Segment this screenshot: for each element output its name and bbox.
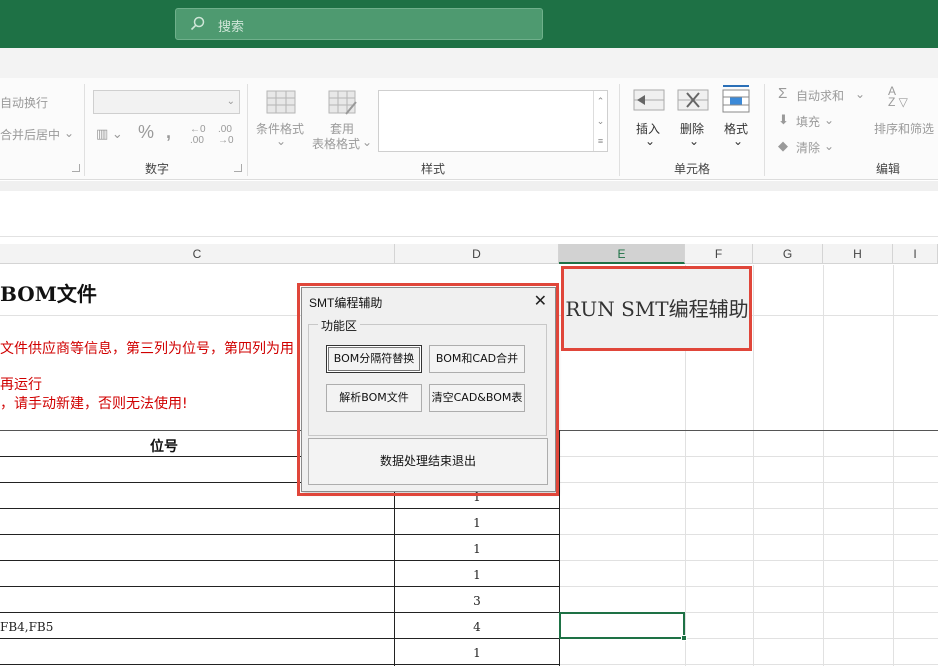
delete-cells-icon[interactable]: [677, 88, 709, 114]
instruction-line-3: ，请手动新建，否则无法使用!: [0, 396, 188, 412]
table-border: [0, 586, 560, 587]
d-cell: 4: [473, 620, 481, 634]
number-group-label: 数字: [145, 162, 170, 176]
instruction-line-1: 文件供应商等信息，第三列为位号，第四列为用: [0, 341, 294, 357]
chevron-down-icon: ⌄: [362, 135, 373, 149]
chevron-down-icon: ⌄: [733, 134, 744, 148]
decrease-decimal-icon[interactable]: .00 →0: [218, 124, 234, 146]
styles-group-label: 样式: [421, 162, 446, 176]
table-border: [0, 664, 560, 665]
column-header-c[interactable]: C: [0, 244, 395, 264]
format-as-table-label-2: 表格格式: [312, 137, 361, 151]
chevron-down-icon: ⌄: [226, 96, 235, 107]
sort-filter-label[interactable]: 排序和筛选: [874, 120, 934, 137]
chevron-down-icon: ⌄: [824, 113, 835, 127]
d-cell: 1: [473, 516, 481, 530]
format-as-table-icon[interactable]: [328, 90, 358, 116]
wrap-text-button[interactable]: 自动换行: [0, 94, 48, 111]
d-cell: 3: [473, 594, 481, 608]
table-border: [0, 534, 560, 535]
sheet-title: BOM文件: [0, 282, 97, 306]
d-cell: 1: [473, 568, 481, 582]
cells-group-label: 单元格: [674, 162, 711, 176]
column-header-d[interactable]: D: [395, 244, 559, 264]
gridline: [559, 482, 938, 483]
chevron-down-icon: ⌄: [824, 139, 835, 153]
gridline: [753, 265, 754, 666]
separator: [247, 84, 248, 176]
gridline: [823, 265, 824, 666]
autosum-icon[interactable]: Σ: [778, 85, 787, 102]
formula-bar[interactable]: [0, 191, 938, 237]
column-header-i[interactable]: I: [893, 244, 938, 264]
chevron-down-icon: ⌄: [645, 134, 656, 148]
fill-handle[interactable]: [681, 635, 687, 641]
gridline: [559, 664, 938, 665]
column-header-g[interactable]: G: [753, 244, 823, 264]
clear-label[interactable]: 清除: [796, 139, 820, 156]
gridline: [559, 508, 938, 509]
number-launcher-icon[interactable]: [234, 164, 242, 172]
scroll-down-icon[interactable]: ⌄: [593, 111, 607, 131]
search-placeholder: 搜索: [218, 19, 245, 34]
increase-decimal-icon[interactable]: ←0.00: [190, 124, 206, 146]
number-format-select[interactable]: ⌄: [93, 90, 240, 114]
format-cells-icon[interactable]: [721, 84, 751, 114]
comma-style-icon[interactable]: ,: [166, 122, 171, 143]
separator: [619, 84, 620, 176]
eraser-icon[interactable]: ◆: [778, 138, 788, 154]
merge-center-button[interactable]: 合并后居中: [0, 126, 60, 143]
gallery-more-icon[interactable]: ≡: [593, 131, 607, 151]
percent-icon[interactable]: %: [138, 122, 154, 143]
d-cell: 1: [473, 542, 481, 556]
instruction-line-2: 再运行: [0, 377, 42, 393]
fill-icon[interactable]: ⬇: [778, 112, 789, 128]
gridline: [559, 456, 938, 457]
separator: [84, 84, 85, 176]
scroll-up-icon[interactable]: ⌃: [593, 91, 607, 111]
chevron-down-icon: ⌄: [689, 134, 700, 148]
gridline: [893, 265, 894, 666]
search-input[interactable]: 搜索: [175, 8, 543, 40]
table-border: [0, 560, 560, 561]
column-header-f[interactable]: F: [685, 244, 753, 264]
highlight-frame: [297, 283, 559, 496]
search-icon: [190, 16, 205, 31]
header-position: 位号: [150, 439, 178, 455]
alignment-launcher-icon[interactable]: [72, 164, 80, 172]
cell-position-fb: FB4,FB5: [0, 620, 54, 634]
chevron-down-icon: ⌄: [855, 87, 866, 101]
cell-styles-gallery[interactable]: ⌃ ⌄ ≡: [378, 90, 608, 152]
separator: [764, 84, 765, 176]
fill-label[interactable]: 填充: [796, 113, 820, 130]
autosum-label[interactable]: 自动求和: [796, 87, 844, 104]
ribbon-gap: [0, 181, 938, 191]
column-header-h[interactable]: H: [823, 244, 893, 264]
accounting-format-icon[interactable]: ▥ ⌄: [96, 126, 123, 142]
tab-strip: [0, 48, 938, 78]
column-header-e[interactable]: E: [559, 244, 685, 264]
table-border: [0, 508, 560, 509]
editing-group-label: 编辑: [876, 162, 901, 176]
insert-cells-icon[interactable]: [633, 88, 665, 114]
chevron-down-icon: ⌄: [276, 134, 287, 148]
conditional-format-icon[interactable]: [266, 90, 296, 114]
active-cell[interactable]: [559, 612, 685, 639]
gridline: [559, 586, 938, 587]
title-bar: 搜索: [0, 0, 938, 48]
merge-dropdown-icon[interactable]: ⌄: [64, 126, 74, 140]
table-border: [0, 638, 560, 639]
gridline: [559, 560, 938, 561]
d-cell: 1: [473, 646, 481, 660]
sort-filter-icon[interactable]: AZ ▽: [888, 85, 908, 108]
ribbon: 自动换行 合并后居中 ⌄ ⌄ ▥ ⌄ % , ←0.00 .00 →0 数字 条件…: [0, 78, 938, 180]
gridline: [559, 534, 938, 535]
highlight-frame: [561, 266, 752, 351]
table-border: [0, 612, 560, 613]
